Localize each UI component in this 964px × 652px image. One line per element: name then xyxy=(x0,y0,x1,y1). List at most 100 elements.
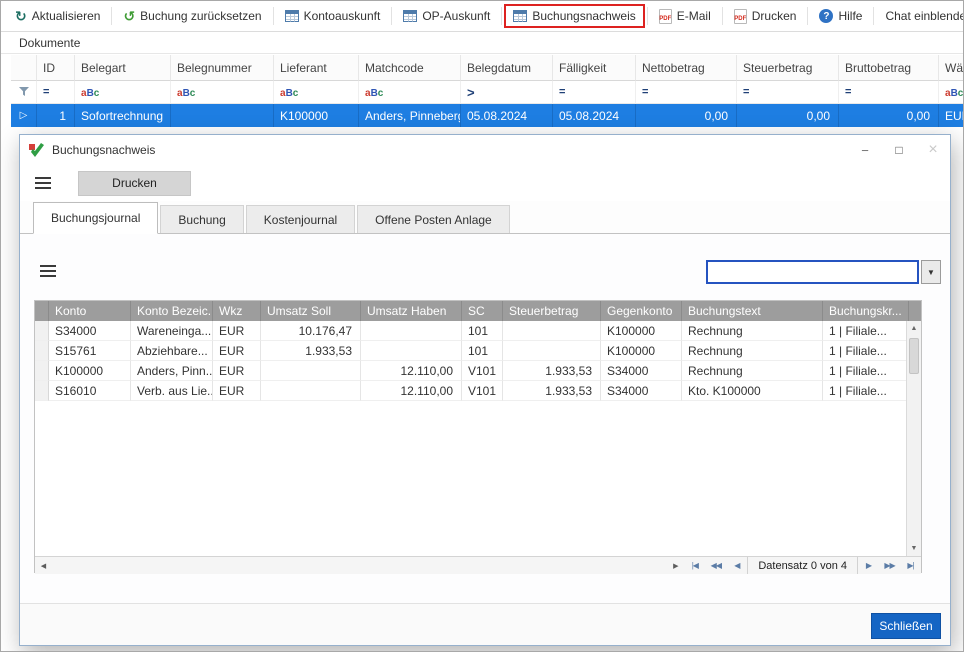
grid-header-matchcode[interactable]: Matchcode xyxy=(359,55,461,81)
table-header-buchungstext[interactable]: Buchungstext xyxy=(682,301,823,321)
tab-buchung[interactable]: Buchung xyxy=(160,205,243,233)
cell-gegenkonto[interactable]: S34000 xyxy=(601,381,682,401)
search-dropdown-button[interactable]: ▼ xyxy=(921,260,941,284)
cell-gegenkonto[interactable]: K100000 xyxy=(601,341,682,361)
cell-steuerbetrag[interactable] xyxy=(503,321,601,341)
cell-gegenkonto[interactable]: K100000 xyxy=(601,321,682,341)
cell-buchungskreis[interactable]: 1 | Filiale... xyxy=(823,321,909,341)
cell-konto[interactable]: S34000 xyxy=(49,321,131,341)
cell-buchungstext[interactable]: Kto. K100000 xyxy=(682,381,823,401)
cell-umsatz-haben[interactable] xyxy=(361,341,462,361)
cell-belegart[interactable]: Sofortrechnung xyxy=(75,104,171,127)
table-header-konto[interactable]: Konto xyxy=(49,301,131,321)
cell-faelligkeit[interactable]: 05.08.2024 xyxy=(553,104,636,127)
cell-wkz[interactable]: EUR xyxy=(213,381,261,401)
cell-wkz[interactable]: EUR xyxy=(213,341,261,361)
cell-konto-bezeichnung[interactable]: Wareneinga... xyxy=(131,321,213,341)
table-row[interactable]: S16010 Verb. aus Lie... EUR 12.110,00 V1… xyxy=(35,381,921,401)
tab-dokumente[interactable]: Dokumente xyxy=(19,36,80,50)
close-icon[interactable]: × xyxy=(916,135,950,165)
cell-sc[interactable]: 101 xyxy=(462,321,503,341)
filter-belegdatum[interactable]: > xyxy=(461,81,553,104)
nav-prev-button[interactable]: ◀ xyxy=(726,557,747,574)
dialog-drucken-button[interactable]: Drucken xyxy=(78,171,191,196)
hamburger-menu-icon[interactable] xyxy=(35,177,51,189)
filter-steuerbetrag[interactable]: = xyxy=(737,81,839,104)
cell-sc[interactable]: 101 xyxy=(462,341,503,361)
cell-konto-bezeichnung[interactable]: Abziehbare... xyxy=(131,341,213,361)
cell-konto[interactable]: S16010 xyxy=(49,381,131,401)
table-row[interactable]: K100000 Anders, Pinn... EUR 12.110,00 V1… xyxy=(35,361,921,381)
kontoauskunft-button[interactable]: Kontoauskunft xyxy=(276,4,390,28)
table-row[interactable]: S15761 Abziehbare... EUR 1.933,53 101 K1… xyxy=(35,341,921,361)
cell-lieferant[interactable]: K100000 xyxy=(274,104,359,127)
vertical-scrollbar[interactable]: ▲ ▼ xyxy=(906,321,921,556)
filter-nettobetrag[interactable]: = xyxy=(636,81,737,104)
grid-header-faelligkeit[interactable]: Fälligkeit xyxy=(553,55,636,81)
filter-belegnummer[interactable]: aBc xyxy=(171,81,274,104)
buchungsnachweis-button[interactable]: Buchungsnachweis xyxy=(504,4,644,28)
filter-bruttobetrag[interactable]: = xyxy=(839,81,939,104)
filter-funnel-cell[interactable] xyxy=(11,81,37,104)
cell-nettobetrag[interactable]: 0,00 xyxy=(636,104,737,127)
cell-steuerbetrag[interactable]: 1.933,53 xyxy=(503,381,601,401)
cell-sc[interactable]: V101 xyxy=(462,381,503,401)
minimize-icon[interactable]: − xyxy=(848,135,882,165)
schliessen-button[interactable]: Schließen xyxy=(871,613,941,639)
cell-bruttobetrag[interactable]: 0,00 xyxy=(839,104,939,127)
cell-wkz[interactable]: EUR xyxy=(213,361,261,381)
cell-wkz[interactable]: EUR xyxy=(213,321,261,341)
nav-next-button[interactable]: ▶ xyxy=(858,557,879,574)
cell-steuerbetrag[interactable]: 1.933,53 xyxy=(503,361,601,381)
filter-matchcode[interactable]: aBc xyxy=(359,81,461,104)
grid-header-belegdatum[interactable]: Belegdatum xyxy=(461,55,553,81)
grid-row-selected[interactable]: ▷ 1 Sofortrechnung K100000 Anders, Pinne… xyxy=(11,104,964,127)
email-button[interactable]: PDF E-Mail xyxy=(650,4,720,29)
table-header-konto-bezeichnung[interactable]: Konto Bezeic... xyxy=(131,301,213,321)
nav-prev-page-button[interactable]: ◀◀ xyxy=(705,557,726,574)
cell-umsatz-soll[interactable]: 1.933,53 xyxy=(261,341,361,361)
cell-buchungskreis[interactable]: 1 | Filiale... xyxy=(823,361,909,381)
table-header-umsatz-haben[interactable]: Umsatz Haben xyxy=(361,301,462,321)
nav-first-button[interactable]: |◀ xyxy=(684,557,705,574)
horizontal-scrollbar-track[interactable] xyxy=(52,557,667,574)
cell-konto[interactable]: S15761 xyxy=(49,341,131,361)
cell-umsatz-soll[interactable] xyxy=(261,361,361,381)
filter-faelligkeit[interactable]: = xyxy=(553,81,636,104)
table-header-umsatz-soll[interactable]: Umsatz Soll xyxy=(261,301,361,321)
cell-umsatz-haben[interactable]: 12.110,00 xyxy=(361,381,462,401)
grid-header-id[interactable]: ID xyxy=(37,55,75,81)
tab-offene-posten-anlage[interactable]: Offene Posten Anlage xyxy=(357,205,510,233)
scrollbar-thumb[interactable] xyxy=(909,338,919,374)
tab-buchungsjournal[interactable]: Buchungsjournal xyxy=(33,202,158,234)
drucken-button[interactable]: PDF Drucken xyxy=(725,4,806,29)
nav-last-button[interactable]: ▶| xyxy=(900,557,921,574)
cell-buchungstext[interactable]: Rechnung xyxy=(682,341,823,361)
table-header-gegenkonto[interactable]: Gegenkonto xyxy=(601,301,682,321)
dialog-titlebar[interactable]: Buchungsnachweis − □ × xyxy=(20,135,950,165)
cell-steuerbetrag[interactable]: 0,00 xyxy=(737,104,839,127)
grid-header-waehrung[interactable]: Wäh... xyxy=(939,55,964,81)
cell-buchungskreis[interactable]: 1 | Filiale... xyxy=(823,341,909,361)
cell-waehrung[interactable]: EUR xyxy=(939,104,964,127)
cell-umsatz-soll[interactable]: 10.176,47 xyxy=(261,321,361,341)
nav-next-page-button[interactable]: ▶▶ xyxy=(879,557,900,574)
grid-header-nettobetrag[interactable]: Nettobetrag xyxy=(636,55,737,81)
table-header-wkz[interactable]: Wkz xyxy=(213,301,261,321)
filter-id[interactable]: = xyxy=(37,81,75,104)
filter-waehrung[interactable]: aBc xyxy=(939,81,964,104)
aktualisieren-button[interactable]: ↻ Aktualisieren xyxy=(6,4,109,28)
table-header-sc[interactable]: SC xyxy=(462,301,503,321)
grid-header-belegart[interactable]: Belegart xyxy=(75,55,171,81)
cell-belegdatum[interactable]: 05.08.2024 xyxy=(461,104,553,127)
cell-buchungstext[interactable]: Rechnung xyxy=(682,321,823,341)
cell-id[interactable]: 1 xyxy=(37,104,75,127)
cell-umsatz-soll[interactable] xyxy=(261,381,361,401)
cell-konto[interactable]: K100000 xyxy=(49,361,131,381)
cell-belegnummer[interactable] xyxy=(171,104,274,127)
scroll-down-icon[interactable]: ▼ xyxy=(907,541,921,556)
table-header-buchungskreis[interactable]: Buchungskr... xyxy=(823,301,909,321)
grid-header-lieferant[interactable]: Lieferant xyxy=(274,55,359,81)
cell-konto-bezeichnung[interactable]: Anders, Pinn... xyxy=(131,361,213,381)
hilfe-button[interactable]: ? Hilfe xyxy=(810,4,871,28)
